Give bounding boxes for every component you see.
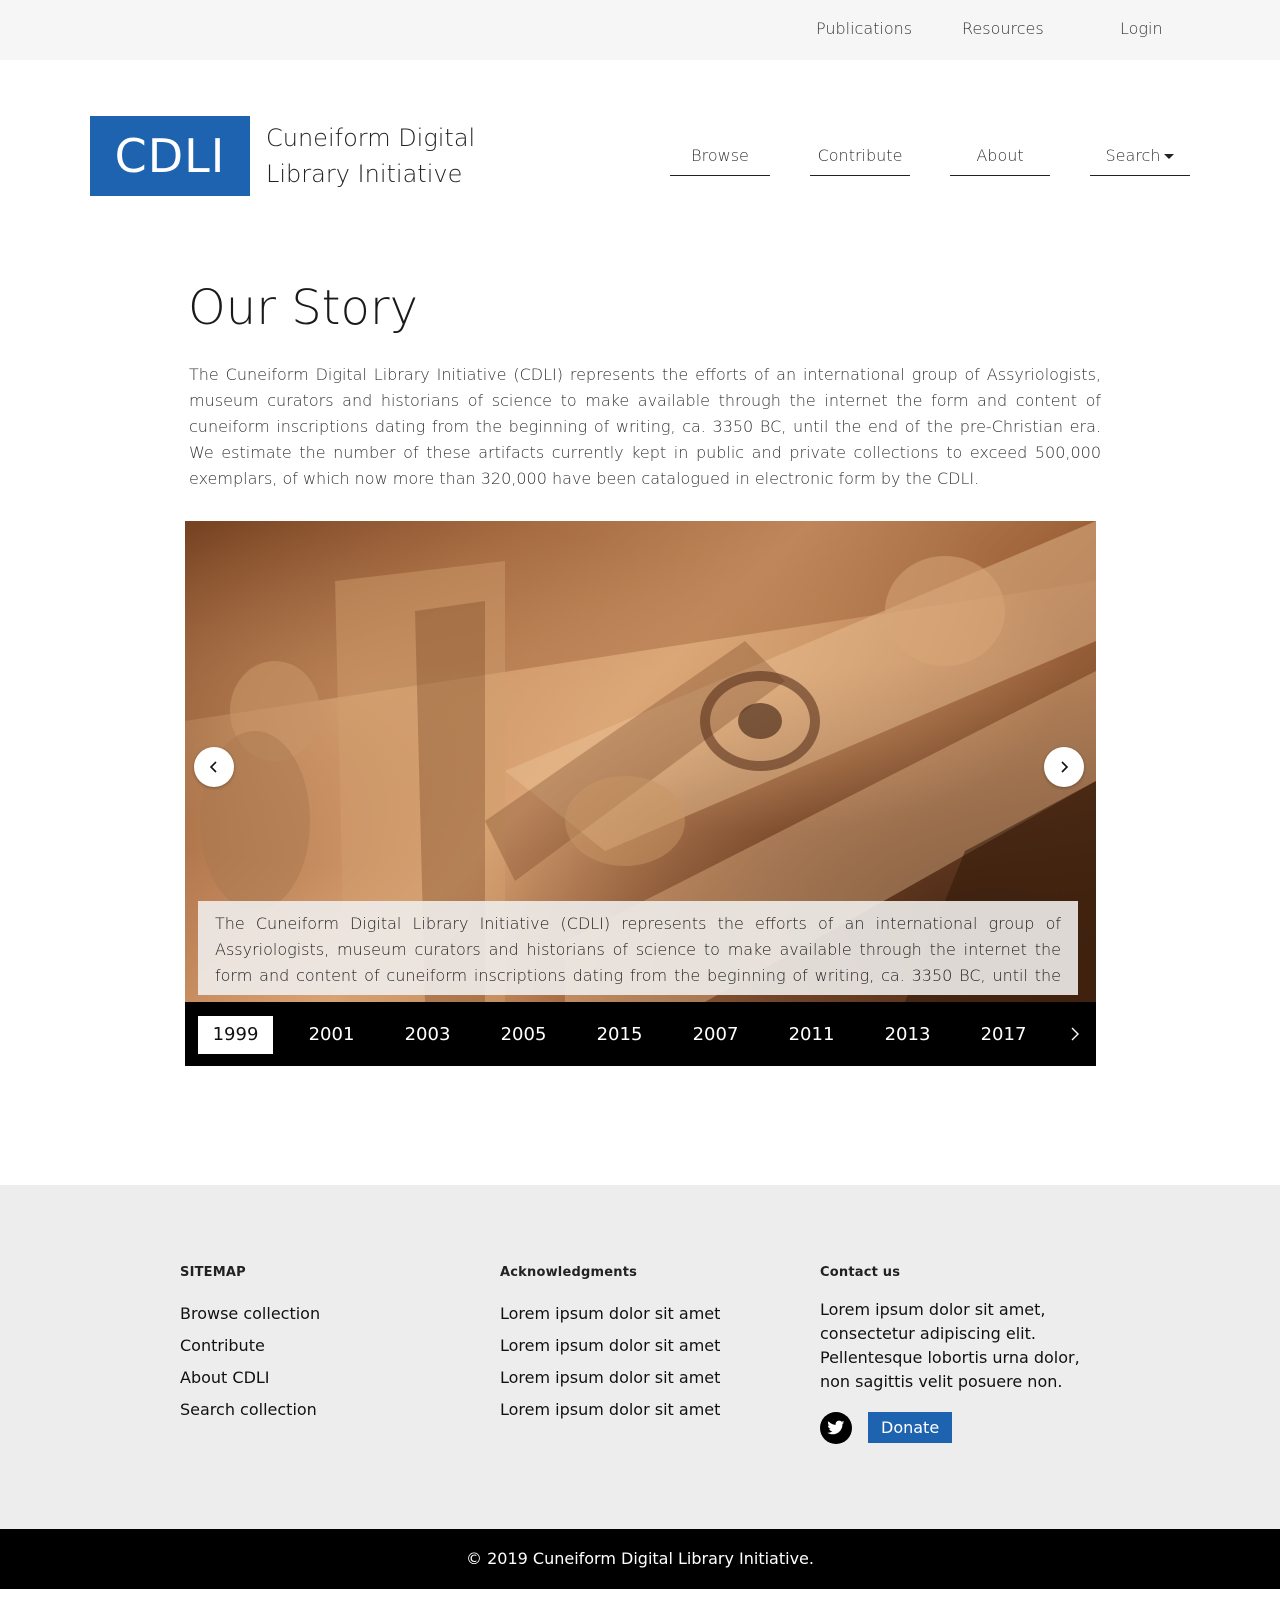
nav-contribute-label: Contribute	[817, 146, 903, 165]
year-tab[interactable]: 2011	[774, 1016, 849, 1054]
footer-ack-link[interactable]: Lorem ipsum dolor sit amet	[500, 1298, 780, 1330]
logo[interactable]: CDLI	[90, 116, 250, 196]
social-row: Donate	[820, 1412, 1110, 1444]
footer-heading: Contact us	[820, 1265, 901, 1280]
story-intro: The Cuneiform Digital Library Initiative…	[189, 365, 1101, 488]
nav-about[interactable]: About	[950, 146, 1050, 176]
contact-text: Lorem ipsum dolor sit amet, consectetur …	[820, 1300, 1080, 1391]
year-tab[interactable]: 2015	[582, 1016, 657, 1054]
chevron-left-icon	[209, 761, 217, 773]
year-tab[interactable]: 2007	[678, 1016, 753, 1054]
footer-link-browse[interactable]: Browse collection	[180, 1298, 460, 1330]
timeline-carousel: The Cuneiform Digital Library Initiative…	[185, 521, 1096, 1066]
year-tab[interactable]: 2001	[294, 1016, 369, 1054]
footer-acknowledgments: Acknowledgments Lorem ipsum dolor sit am…	[500, 1265, 780, 1426]
footer-contact: Contact us Lorem ipsum dolor sit amet, c…	[820, 1265, 1110, 1444]
nav-browse-label: Browse	[691, 146, 749, 165]
footer-sitemap: SITEMAP Browse collection Contribute Abo…	[180, 1265, 460, 1426]
footer-heading: SITEMAP	[180, 1265, 246, 1280]
footer-link-about[interactable]: About CDLI	[180, 1362, 460, 1394]
chevron-right-icon	[1071, 1027, 1079, 1041]
twitter-icon[interactable]	[820, 1412, 852, 1444]
nav-contribute[interactable]: Contribute	[810, 146, 910, 176]
year-tab[interactable]: 1999	[198, 1016, 273, 1054]
timeline-next-button[interactable]	[1063, 1020, 1087, 1048]
footer-ack-link[interactable]: Lorem ipsum dolor sit amet	[500, 1394, 780, 1426]
nav-search-label: Search	[1105, 146, 1161, 165]
year-tab[interactable]: 2013	[870, 1016, 945, 1054]
footer-heading: Acknowledgments	[500, 1265, 638, 1280]
donate-button[interactable]: Donate	[868, 1412, 953, 1443]
nav-search-dropdown[interactable]: Search	[1090, 146, 1190, 176]
footer-ack-link[interactable]: Lorem ipsum dolor sit amet	[500, 1362, 780, 1394]
year-tab[interactable]: 2017	[966, 1016, 1041, 1054]
year-tab[interactable]: 2003	[390, 1016, 465, 1054]
nav-browse[interactable]: Browse	[670, 146, 770, 176]
publications-link[interactable]: Publications	[816, 19, 912, 38]
site-name: Cuneiform Digital Library Initiative	[266, 124, 476, 188]
carousel-prev-button[interactable]	[194, 747, 234, 787]
carousel-caption: The Cuneiform Digital Library Initiative…	[198, 901, 1078, 995]
footer-link-contribute[interactable]: Contribute	[180, 1330, 460, 1362]
resources-link[interactable]: Resources	[962, 19, 1044, 38]
copyright-bar: © 2019 Cuneiform Digital Library Initiat…	[0, 1529, 1280, 1589]
footer-link-search[interactable]: Search collection	[180, 1394, 460, 1426]
chevron-right-icon	[1061, 761, 1069, 773]
nav-about-label: About	[976, 146, 1024, 165]
site-footer: SITEMAP Browse collection Contribute Abo…	[0, 1185, 1280, 1529]
twitter-bird-glyph	[827, 1420, 845, 1435]
page-title: Our Story	[188, 280, 418, 336]
year-timeline: 1999 2001 2003 2005 2015 2007 2011 2013 …	[185, 1002, 1096, 1066]
carousel-next-button[interactable]	[1044, 747, 1084, 787]
login-link[interactable]: Login	[1120, 19, 1163, 38]
footer-ack-link[interactable]: Lorem ipsum dolor sit amet	[500, 1330, 780, 1362]
caret-down-icon	[1164, 154, 1175, 159]
utility-bar: Publications Resources Login	[0, 0, 1280, 60]
year-tab[interactable]: 2005	[486, 1016, 561, 1054]
